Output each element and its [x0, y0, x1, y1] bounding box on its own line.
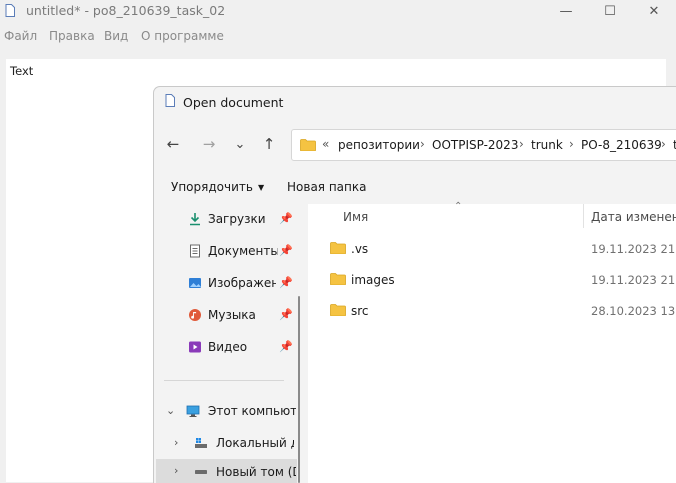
- pictures-icon: [189, 278, 201, 288]
- nav-divider: [164, 380, 284, 381]
- pin-icon[interactable]: 📌: [279, 244, 293, 257]
- documents-icon: [190, 244, 200, 258]
- back-button[interactable]: ←: [162, 133, 184, 155]
- nav-scrollbar-thumb[interactable]: [298, 296, 300, 483]
- file-name: images: [351, 273, 395, 287]
- pin-icon[interactable]: 📌: [279, 212, 293, 225]
- breadcrumb-item[interactable]: PO-8_210639: [581, 138, 662, 152]
- folder-icon: [330, 273, 346, 285]
- nav-item-label: Видео: [208, 340, 248, 354]
- editor-content[interactable]: Text: [10, 64, 33, 78]
- menu-bar: Файл Правка Вид О программе: [0, 27, 676, 45]
- up-button[interactable]: ↑: [258, 133, 280, 155]
- minimize-button[interactable]: —: [544, 0, 588, 22]
- organize-label: Упорядочить: [171, 180, 253, 194]
- organize-button[interactable]: Упорядочить ▼: [171, 180, 264, 194]
- nav-item-local-disk[interactable]: › Локальный диск: [154, 431, 302, 455]
- nav-item-label: Музыка: [208, 308, 256, 322]
- forward-button[interactable]: →: [198, 133, 220, 155]
- music-icon: [189, 309, 201, 321]
- pin-icon[interactable]: 📌: [279, 340, 293, 353]
- file-date: 19.11.2023 21:15: [591, 273, 676, 287]
- file-name: src: [351, 304, 369, 318]
- folder-icon: [330, 242, 346, 254]
- recent-locations-button[interactable]: ⌄: [229, 133, 251, 155]
- breadcrumb-item[interactable]: trunk: [531, 138, 563, 152]
- address-bar[interactable]: « репозитории › OOTPISP-2023 › trunk › P…: [291, 129, 676, 161]
- menu-view[interactable]: Вид: [104, 29, 128, 43]
- nav-item-this-pc[interactable]: ⌄ Этот компьютер: [154, 399, 302, 423]
- file-list[interactable]: ⌃ Имя Дата изменения .vs 19.11.2023 21:0…: [308, 201, 676, 483]
- nav-item-label: Изображения: [208, 276, 276, 290]
- breadcrumb-item[interactable]: OOTPISP-2023: [432, 138, 518, 152]
- computer-icon: [186, 405, 200, 417]
- column-date-header[interactable]: Дата изменения: [591, 210, 676, 224]
- dialog-toolbar: Упорядочить ▼ Новая папка: [154, 175, 676, 200]
- menu-about[interactable]: О программе: [141, 29, 224, 43]
- breadcrumb-item[interactable]: репозитории: [338, 138, 420, 152]
- document-icon: [5, 4, 15, 17]
- nav-item-label: Новый том (D: [216, 465, 296, 479]
- nav-item-label: Загрузки: [208, 212, 266, 226]
- download-icon: [190, 213, 200, 226]
- nav-item-pictures[interactable]: Изображения 📌: [154, 271, 302, 295]
- table-row[interactable]: images 19.11.2023 21:15: [308, 267, 676, 291]
- nav-item-documents[interactable]: Документы 📌: [154, 239, 302, 263]
- chevron-right-icon[interactable]: ›: [174, 436, 178, 449]
- chevron-right-icon: ›: [661, 137, 666, 151]
- column-name-header[interactable]: Имя: [343, 210, 368, 224]
- file-date: 19.11.2023 21:04: [591, 242, 676, 256]
- maximize-button[interactable]: ☐: [588, 0, 632, 22]
- chevron-down-icon: ▼: [257, 183, 265, 192]
- chevron-right-icon: ›: [569, 137, 574, 151]
- nav-item-music[interactable]: Музыка 📌: [154, 303, 302, 327]
- nav-item-video[interactable]: Видео 📌: [154, 335, 302, 359]
- chevron-right-icon: ›: [519, 137, 524, 151]
- pin-icon[interactable]: 📌: [279, 276, 293, 289]
- nav-item-label: Этот компьютер: [208, 404, 296, 418]
- table-row[interactable]: src 28.10.2023 13:47: [308, 298, 676, 322]
- document-icon: [165, 94, 175, 107]
- video-icon: [189, 341, 201, 353]
- table-row[interactable]: .vs 19.11.2023 21:04: [308, 236, 676, 260]
- navigation-pane[interactable]: Загрузки 📌 Документы 📌 Изображения 📌: [154, 204, 302, 483]
- column-separator[interactable]: [583, 204, 584, 228]
- breadcrumb-overflow[interactable]: «: [322, 137, 329, 151]
- folder-icon: [330, 304, 346, 316]
- folder-icon: [300, 139, 316, 151]
- menu-edit[interactable]: Правка: [49, 29, 95, 43]
- new-folder-button[interactable]: Новая папка: [287, 180, 366, 194]
- drive-icon: [195, 438, 207, 448]
- dialog-title: Open document: [183, 95, 284, 110]
- file-date: 28.10.2023 13:47: [591, 304, 676, 318]
- open-document-dialog: Open document ← → ⌄ ↑ « репозитории › OO…: [153, 86, 676, 483]
- window-title: untitled* - po8_210639_task_02: [26, 3, 226, 18]
- nav-item-drive-d[interactable]: › Новый том (D: [156, 459, 297, 483]
- close-button[interactable]: ✕: [632, 0, 676, 22]
- file-name: .vs: [351, 242, 369, 256]
- chevron-right-icon[interactable]: ›: [174, 464, 178, 477]
- column-headers: ⌃ Имя Дата изменения: [308, 201, 676, 228]
- nav-item-downloads[interactable]: Загрузки 📌: [154, 207, 302, 231]
- drive-icon: [195, 470, 207, 474]
- chevron-down-icon[interactable]: ⌄: [166, 404, 175, 417]
- title-bar: untitled* - po8_210639_task_02 — ☐ ✕: [0, 0, 676, 22]
- pin-icon[interactable]: 📌: [279, 308, 293, 321]
- nav-item-label: Документы: [208, 244, 278, 258]
- menu-file[interactable]: Файл: [4, 29, 37, 43]
- chevron-right-icon: ›: [420, 137, 425, 151]
- sort-up-icon: ⌃: [454, 201, 463, 212]
- nav-item-label: Локальный диск: [216, 436, 294, 450]
